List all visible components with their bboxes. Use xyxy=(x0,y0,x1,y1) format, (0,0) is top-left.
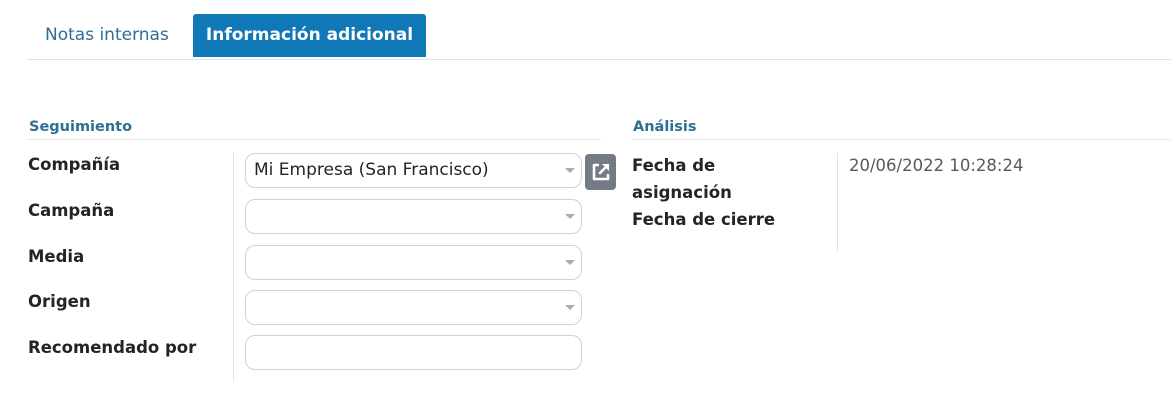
tab-informacion-adicional[interactable]: Información adicional xyxy=(193,14,426,57)
origen-select[interactable] xyxy=(245,290,582,325)
label-fecha-de-cierre: Fecha de cierre xyxy=(632,210,776,229)
label-origen: Origen xyxy=(28,292,91,311)
label-recomendado-por: Recomendado por xyxy=(28,338,197,357)
chevron-down-icon xyxy=(565,305,575,310)
chevron-down-icon xyxy=(565,168,575,173)
external-link-button[interactable] xyxy=(585,154,616,190)
compania-value: Mi Empresa (San Francisco) xyxy=(254,160,489,180)
label-media: Media xyxy=(28,247,85,266)
notebook-tabs: Notas internas Información adicional xyxy=(27,14,1171,60)
label-compania: Compañía xyxy=(28,155,121,174)
section-divider xyxy=(631,139,1171,140)
section-title-seguimiento: Seguimiento xyxy=(29,119,133,135)
campana-select[interactable] xyxy=(245,199,582,234)
external-link-icon xyxy=(592,163,609,181)
tab-notas-internas[interactable]: Notas internas xyxy=(45,14,169,57)
section-title-analisis: Análisis xyxy=(633,119,697,135)
label-campana: Campaña xyxy=(28,201,115,220)
compania-select[interactable]: Mi Empresa (San Francisco) xyxy=(245,153,582,188)
chevron-down-icon xyxy=(565,260,575,265)
lead-extra-info-page: Notas internas Información adicional Seg… xyxy=(0,0,1171,412)
analysis-column-divider xyxy=(837,153,838,251)
chevron-down-icon xyxy=(565,214,575,219)
section-divider xyxy=(27,139,601,140)
media-select[interactable] xyxy=(245,245,582,280)
label-fecha-de: Fecha de xyxy=(632,156,716,175)
recomendado-por-input[interactable] xyxy=(245,335,582,370)
label-asignacion: asignación xyxy=(632,183,732,202)
label-column-divider xyxy=(233,153,234,381)
fecha-asignacion-value: 20/06/2022 10:28:24 xyxy=(849,156,1024,175)
